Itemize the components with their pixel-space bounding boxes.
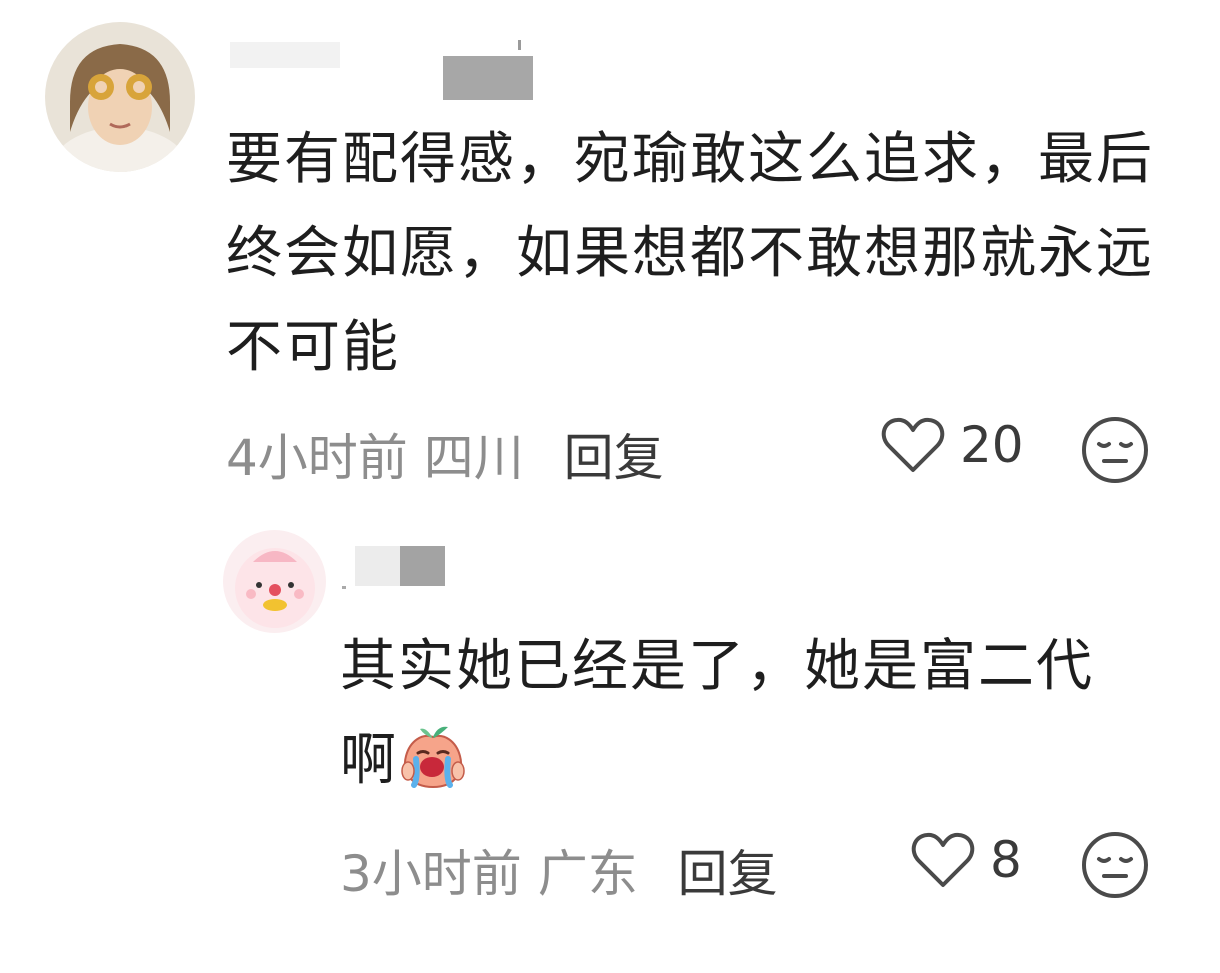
comment-meta: 3小时前 广东 回复 bbox=[340, 834, 778, 906]
comment-location: 广东 bbox=[537, 845, 638, 903]
comment-meta: 4小时前 四川 回复 bbox=[226, 418, 664, 490]
reply-button[interactable]: 回复 bbox=[678, 845, 778, 903]
like-button[interactable]: 20 bbox=[880, 415, 1024, 475]
comment-text: 要有配得感，宛瑜敢这么追求，最后终会如愿，如果想都不敢想那就永远不可能 bbox=[226, 127, 1154, 380]
username-redacted[interactable] bbox=[228, 38, 538, 102]
like-count: 8 bbox=[990, 831, 1022, 889]
comment-text: 其实她已经是了，她是富二代啊 bbox=[340, 620, 1150, 808]
comment-time: 4小时前 bbox=[226, 429, 408, 487]
expressionless-face-icon[interactable] bbox=[1080, 830, 1150, 900]
heart-outline-icon bbox=[881, 417, 945, 472]
expressionless-face-icon[interactable] bbox=[1080, 415, 1150, 485]
comment-location: 四川 bbox=[423, 429, 524, 487]
reply-button[interactable]: 回复 bbox=[564, 429, 664, 487]
like-count: 20 bbox=[960, 416, 1024, 474]
user-avatar[interactable] bbox=[223, 530, 326, 633]
comment-time: 3小时前 bbox=[340, 845, 522, 903]
crying-peach-emoji bbox=[401, 726, 465, 789]
like-button[interactable]: 8 bbox=[910, 830, 1022, 890]
heart-outline-icon bbox=[911, 832, 975, 887]
reply-item: 其实她已经是了，她是富二代啊 3小时前 广东 回复 8 bbox=[0, 500, 1220, 973]
username-redacted[interactable] bbox=[340, 542, 450, 592]
user-avatar[interactable] bbox=[45, 22, 195, 172]
comment-item: 要有配得感，宛瑜敢这么追求，最后终会如愿，如果想都不敢想那就永远不可能 4小时前… bbox=[0, 0, 1220, 500]
